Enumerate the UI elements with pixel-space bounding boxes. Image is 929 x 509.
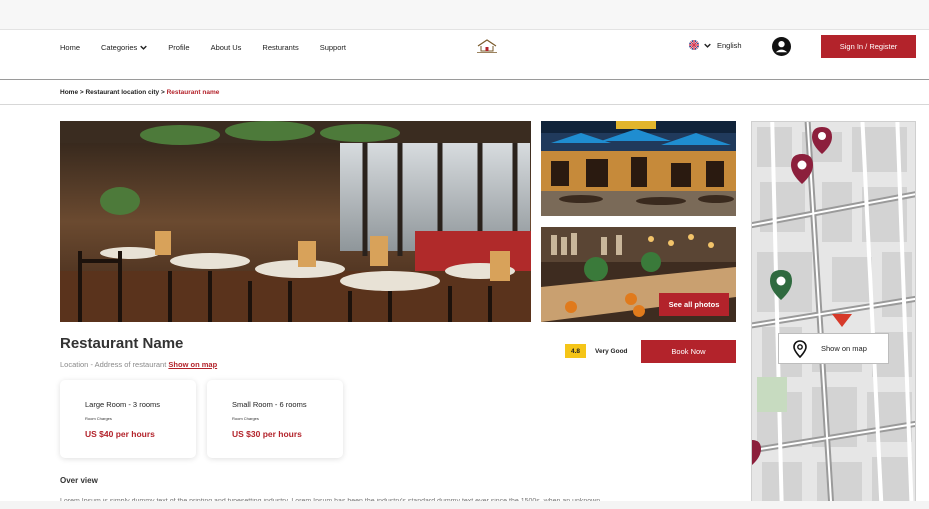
main-restaurant-photo[interactable] [60,121,531,322]
nav-categories[interactable]: Categories [101,42,148,52]
nav-categories-label: Categories [101,42,138,52]
overview-heading: Over view [60,476,98,485]
room-name: Large Room - 3 rooms [85,400,161,409]
nav-profile[interactable]: Profile [168,43,189,52]
breadcrumb-home[interactable]: Home [60,89,78,96]
divider [0,104,929,105]
room-name: Small Room - 6 rooms [232,400,307,409]
room-charges-label: Room Charges [85,416,112,421]
restaurant-location: Location - Address of restaurant Show on… [60,360,217,369]
browser-top-strip [0,0,929,30]
map-pin-icon [793,339,807,358]
user-avatar-icon[interactable] [772,37,791,56]
nav-restaurants[interactable]: Resturants [262,43,298,52]
street-map-image [752,122,915,505]
nav-about[interactable]: About Us [211,43,242,52]
restaurant-exterior-image [541,121,736,216]
breadcrumb-separator: > [79,89,84,96]
show-on-map-link[interactable]: Show on map [168,360,217,369]
restaurant-address: Location - Address of restaurant [60,360,167,369]
show-on-map-button[interactable]: Show on map [778,333,889,364]
restaurant-interior-image [60,121,531,322]
restaurant-exterior-photo[interactable] [541,121,736,216]
language-selector[interactable]: English [689,40,742,50]
breadcrumb-separator: > [160,89,165,96]
uk-flag-icon [689,40,699,50]
nav-support[interactable]: Support [320,43,346,52]
room-card-small[interactable]: Small Room - 6 rooms Room Charges US $30… [207,380,343,458]
main-navbar: Home Categories Profile About Us Restura… [0,30,929,80]
restaurant-name: Restaurant Name [60,335,184,352]
language-label: English [717,40,742,50]
room-price: US $40 per hours [85,429,155,439]
breadcrumb-city[interactable]: Restaurant location city [85,89,159,96]
room-card-large[interactable]: Large Room - 3 rooms Room Charges US $40… [60,380,196,458]
breadcrumb-current: Restaurant name [166,89,220,96]
chevron-down-icon [140,45,148,50]
nav-links: Home Categories Profile About Us Restura… [60,30,367,64]
bottom-edge [0,501,929,509]
rating-badge: 4.8 [565,344,586,358]
show-on-map-label: Show on map [821,344,867,353]
book-now-button[interactable]: Book Now [641,340,736,363]
rating-label: Very Good [595,348,628,355]
signin-register-button[interactable]: Sign In / Register [821,35,916,58]
restaurant-map[interactable] [751,121,916,506]
chevron-down-icon [704,43,711,48]
room-charges-label: Room Charges [232,416,259,421]
see-all-photos-button[interactable]: See all photos [659,293,729,316]
house-logo-icon[interactable] [476,38,498,54]
breadcrumb: Home > Restaurant location city > Restau… [60,89,219,96]
nav-home[interactable]: Home [60,43,80,52]
room-price: US $30 per hours [232,429,302,439]
